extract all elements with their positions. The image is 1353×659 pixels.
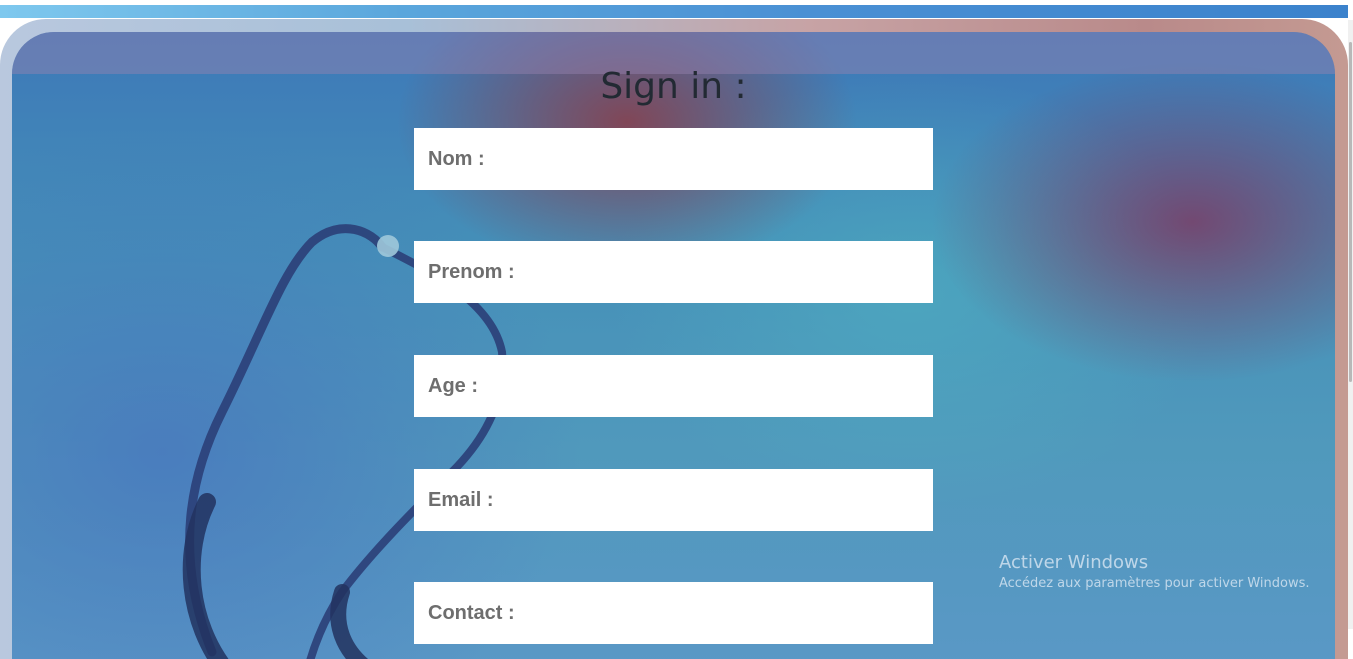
nom-label: Nom : [428,147,485,170]
age-field[interactable]: Age : [414,355,933,417]
email-input[interactable] [499,479,919,521]
scrollbar-thumb[interactable] [1349,42,1352,382]
email-label: Email : [428,488,494,511]
prenom-label: Prenom : [428,260,515,283]
prenom-input[interactable] [520,251,919,293]
page-title: Sign in : [600,66,747,107]
browser-top-bar [0,0,1353,20]
contact-input[interactable] [520,592,919,634]
email-field[interactable]: Email : [414,469,933,531]
contact-field[interactable]: Contact : [414,582,933,644]
prenom-field[interactable]: Prenom : [414,241,933,303]
age-label: Age : [428,374,478,397]
nom-field[interactable]: Nom : [414,128,933,190]
watermark-subtitle: Accédez aux paramètres pour activer Wind… [999,576,1310,591]
nom-input[interactable] [490,138,919,180]
top-accent-stripe [0,5,1348,18]
sign-in-panel: Sign in : Nom : Prenom : Age : Email : C… [12,32,1335,659]
page-frame: Sign in : Nom : Prenom : Age : Email : C… [0,19,1348,659]
age-input[interactable] [484,365,919,407]
windows-activation-watermark: Activer Windows Accédez aux paramètres p… [999,552,1310,593]
vertical-scrollbar[interactable] [1348,20,1353,629]
contact-label: Contact : [428,601,515,624]
watermark-title: Activer Windows [999,552,1149,573]
